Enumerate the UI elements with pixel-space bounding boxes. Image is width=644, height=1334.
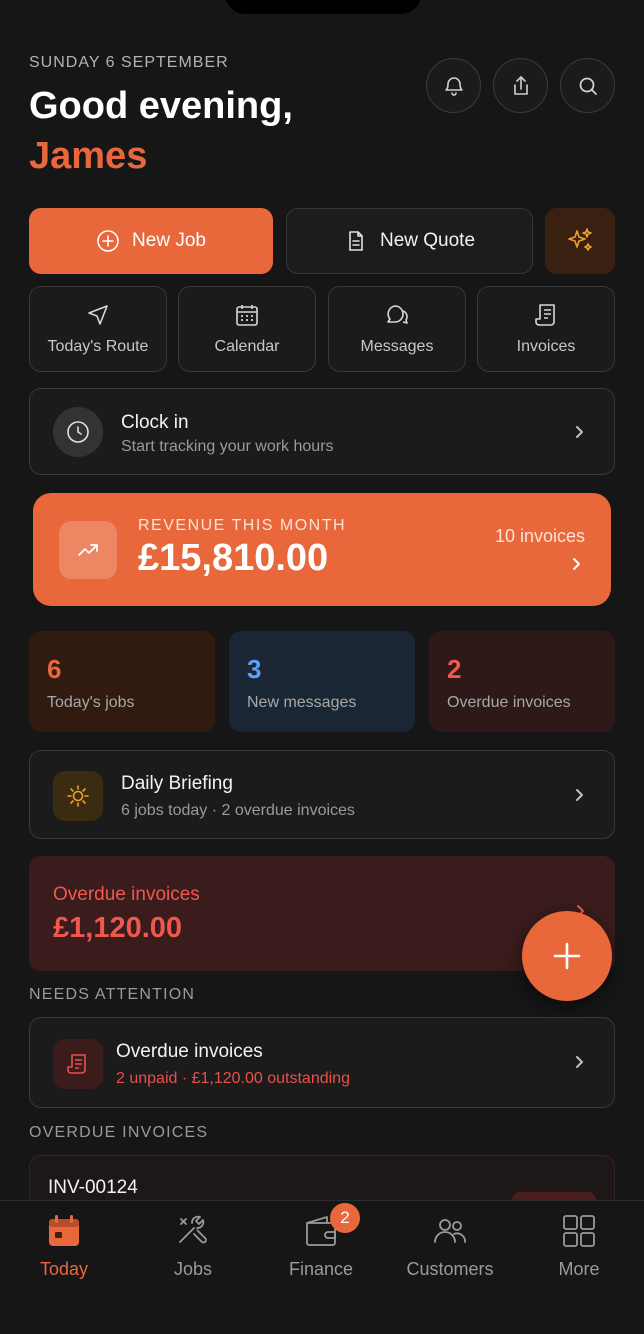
quick-link-label: Messages bbox=[360, 338, 434, 355]
overdue-invoices-heading: OVERDUE INVOICES bbox=[29, 1124, 209, 1141]
quick-link-calendar[interactable]: Calendar bbox=[178, 286, 316, 372]
new-quote-button[interactable]: New Quote bbox=[286, 208, 533, 274]
share-button[interactable] bbox=[493, 58, 548, 113]
stat-label: Overdue invoices bbox=[447, 694, 571, 711]
stat-label: New messages bbox=[247, 694, 357, 711]
daily-briefing-card[interactable]: Daily Briefing 6 jobs today · 2 overdue … bbox=[29, 750, 615, 839]
new-job-label: New Job bbox=[132, 230, 206, 251]
receipt-icon-wrap bbox=[53, 1039, 103, 1089]
search-icon bbox=[579, 77, 597, 95]
tab-more[interactable]: More bbox=[524, 1211, 634, 1280]
attention-subtitle: 2 unpaid · £1,120.00 outstanding bbox=[116, 1070, 350, 1087]
bottom-tab-bar: Today Jobs Finance 2 Customers More bbox=[0, 1200, 644, 1334]
add-fab-button[interactable] bbox=[522, 911, 612, 1001]
finance-badge: 2 bbox=[330, 1203, 360, 1233]
quick-link-invoices[interactable]: Invoices bbox=[477, 286, 615, 372]
document-icon bbox=[349, 231, 363, 251]
new-quote-label: New Quote bbox=[379, 230, 476, 251]
plus-icon bbox=[553, 942, 581, 970]
stat-overdue-invoices[interactable]: 2 Overdue invoices bbox=[429, 631, 615, 732]
chevron-right-icon bbox=[576, 426, 583, 438]
tab-label: Customers bbox=[406, 1259, 494, 1279]
overdue-amount: £1,120.00 bbox=[53, 912, 183, 944]
clock-in-title: Clock in bbox=[121, 412, 189, 433]
share-icon bbox=[513, 75, 528, 95]
device-notch bbox=[225, 0, 421, 14]
stat-value: 3 bbox=[247, 654, 262, 684]
chevron-right-icon bbox=[576, 789, 583, 801]
needs-attention-item[interactable]: Overdue invoices 2 unpaid · £1,120.00 ou… bbox=[29, 1017, 615, 1108]
clock-icon-wrap bbox=[53, 407, 103, 457]
grid-icon bbox=[563, 1215, 595, 1247]
clock-icon bbox=[67, 421, 89, 443]
tab-jobs[interactable]: Jobs bbox=[138, 1211, 248, 1280]
attention-title: Overdue invoices bbox=[116, 1041, 263, 1062]
quick-link-label: Invoices bbox=[516, 338, 576, 355]
new-job-button[interactable]: New Job bbox=[29, 208, 273, 274]
receipt-icon bbox=[67, 1054, 86, 1074]
plus-circle-icon bbox=[97, 230, 119, 252]
people-icon bbox=[434, 1219, 466, 1243]
briefing-subtitle: 6 jobs today · 2 overdue invoices bbox=[121, 802, 355, 819]
sun-icon bbox=[67, 785, 89, 807]
clock-in-card[interactable]: Clock in Start tracking your work hours bbox=[29, 388, 615, 475]
navigation-arrow-icon bbox=[88, 305, 108, 325]
stat-value: 6 bbox=[47, 654, 62, 684]
revenue-amount: £15,810.00 bbox=[138, 537, 329, 579]
tab-label: Finance bbox=[288, 1259, 354, 1279]
revenue-card[interactable]: REVENUE THIS MONTH £15,810.00 10 invoice… bbox=[33, 493, 611, 606]
calendar-icon bbox=[49, 1215, 79, 1246]
quick-link-label: Calendar bbox=[214, 338, 280, 355]
clock-in-subtitle: Start tracking your work hours bbox=[121, 438, 334, 455]
tab-label: Jobs bbox=[173, 1259, 213, 1279]
search-button[interactable] bbox=[560, 58, 615, 113]
revenue-invoice-count: 10 invoices bbox=[494, 526, 585, 546]
stat-todays-jobs[interactable]: 6 Today's jobs bbox=[29, 631, 215, 732]
needs-attention-heading: NEEDS ATTENTION bbox=[29, 986, 196, 1003]
calendar-icon bbox=[236, 305, 258, 326]
tab-today[interactable]: Today bbox=[9, 1211, 119, 1280]
tab-customers[interactable]: Customers bbox=[395, 1211, 505, 1280]
quick-link-messages[interactable]: Messages bbox=[328, 286, 466, 372]
tab-finance[interactable]: Finance 2 bbox=[266, 1203, 376, 1280]
tab-label: Today bbox=[39, 1259, 89, 1279]
stat-new-messages[interactable]: 3 New messages bbox=[229, 631, 415, 732]
receipt-icon bbox=[535, 304, 555, 326]
overdue-title: Overdue invoices bbox=[53, 884, 200, 905]
notifications-button[interactable] bbox=[426, 58, 481, 113]
revenue-label: REVENUE THIS MONTH bbox=[138, 517, 347, 534]
tab-label: More bbox=[558, 1259, 600, 1279]
tools-icon bbox=[179, 1215, 207, 1244]
date-label: SUNDAY 6 SEPTEMBER bbox=[29, 54, 229, 71]
sparkles-icon bbox=[568, 228, 592, 251]
user-name: James bbox=[29, 135, 148, 177]
invoice-id: INV-00124 bbox=[48, 1177, 138, 1198]
bell-icon bbox=[444, 76, 463, 96]
sun-icon-wrap bbox=[53, 771, 103, 821]
greeting-title: Good evening, bbox=[29, 85, 293, 127]
stat-value: 2 bbox=[447, 654, 462, 684]
chevron-right-icon bbox=[573, 558, 580, 570]
ai-assistant-button[interactable] bbox=[545, 208, 615, 274]
stat-label: Today's jobs bbox=[47, 694, 135, 711]
chat-bubbles-icon bbox=[387, 305, 408, 324]
quick-link-label: Today's Route bbox=[47, 338, 149, 355]
briefing-title: Daily Briefing bbox=[121, 773, 233, 794]
trending-up-icon bbox=[78, 544, 98, 556]
chevron-right-icon bbox=[576, 1056, 583, 1068]
trend-icon-wrap bbox=[59, 521, 117, 579]
quick-link-todays-route[interactable]: Today's Route bbox=[29, 286, 167, 372]
